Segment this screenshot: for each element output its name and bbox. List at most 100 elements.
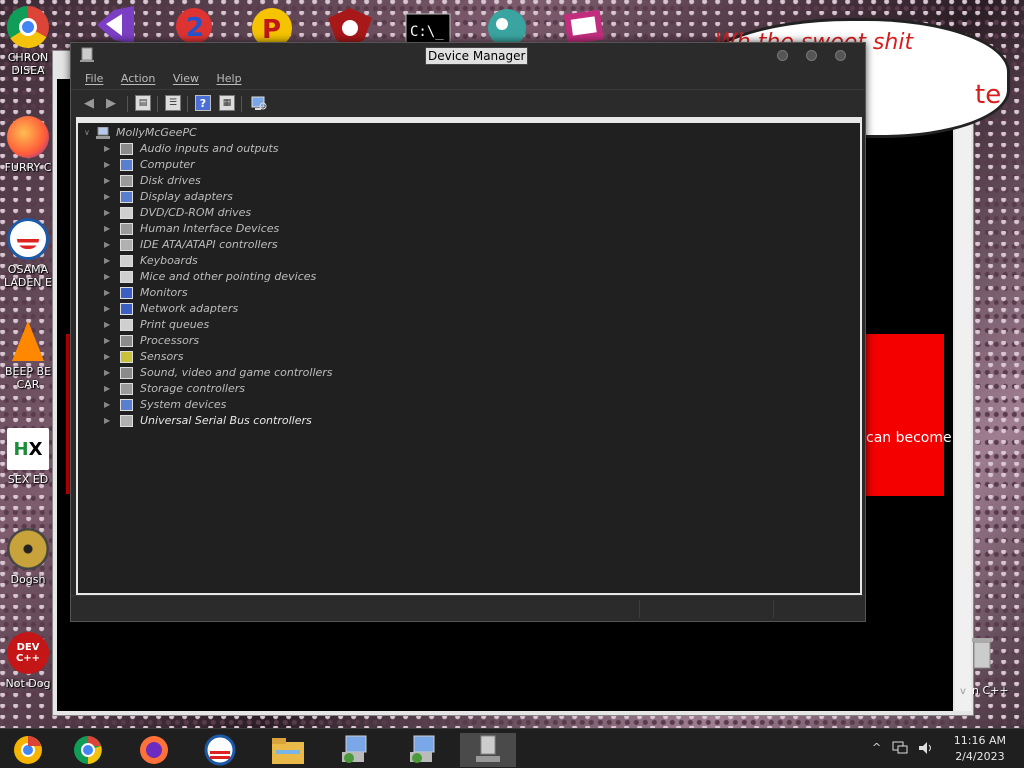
taskbar-installer[interactable] — [326, 733, 382, 767]
tree-item[interactable]: ▶ Universal Serial Bus controllers — [84, 413, 312, 429]
taskbar-obama[interactable] — [192, 733, 248, 767]
taskbar-file-explorer[interactable] — [260, 733, 316, 767]
desktop-icon-dogsh[interactable]: Dogsh — [0, 528, 56, 586]
desktop-icon-beep[interactable]: BEEP BE CAR — [0, 320, 56, 391]
tree-item[interactable]: ▶ DVD/CD-ROM drives — [84, 205, 251, 221]
tree-item[interactable]: ▶ Processors — [84, 333, 199, 349]
sensor-icon — [120, 351, 133, 363]
chevron-right-icon[interactable]: ▶ — [104, 205, 114, 221]
tree-item[interactable]: ▶ Audio inputs and outputs — [84, 141, 279, 157]
tree-item-label: IDE ATA/ATAPI controllers — [140, 238, 278, 251]
cmd-icon[interactable]: C:\_ — [404, 4, 454, 47]
menu-view[interactable]: View — [173, 69, 199, 89]
chevron-right-icon[interactable]: ▶ — [104, 237, 114, 253]
device-manager-window[interactable]: Device Manager File Action View Help ◀ ▶… — [70, 42, 866, 622]
window-title: Device Manager — [425, 47, 529, 65]
status-bar — [71, 595, 865, 621]
tree-item[interactable]: ▶ Sensors — [84, 349, 183, 365]
tree-item[interactable]: ▶ Network adapters — [84, 301, 238, 317]
desktop-icon-osama[interactable]: OSAMA LADEN E — [0, 218, 56, 289]
volume-icon[interactable] — [918, 741, 934, 758]
chevron-right-icon[interactable]: ▶ — [104, 333, 114, 349]
chevron-right-icon[interactable]: ▶ — [104, 301, 114, 317]
scrollbar[interactable]: ^ v — [955, 79, 971, 711]
chevron-right-icon[interactable]: ▶ — [104, 397, 114, 413]
chevron-right-icon[interactable]: ▶ — [104, 173, 114, 189]
chevron-right-icon[interactable]: ▶ — [104, 221, 114, 237]
sound-icon — [120, 367, 133, 379]
chevron-right-icon[interactable]: ▶ — [104, 285, 114, 301]
blue-2-icon[interactable]: 2 — [172, 4, 222, 46]
chevron-right-icon[interactable]: ▶ — [104, 157, 114, 173]
view-icon[interactable]: ▦ — [219, 95, 235, 111]
tree-item[interactable]: ▶ Keyboards — [84, 253, 198, 269]
tree-item[interactable]: ▶ System devices — [84, 397, 226, 413]
desktop-icon-notdog[interactable]: DEV C++ Not Dog — [0, 632, 56, 690]
tree-item[interactable]: ▶ Print queues — [84, 317, 209, 333]
hx-icon: HX — [7, 428, 49, 470]
title-bar[interactable]: Device Manager — [71, 43, 865, 69]
maximize-button[interactable] — [806, 50, 817, 61]
clock-date: 2/4/2023 — [955, 750, 1005, 763]
toolbar-separator — [187, 96, 188, 112]
help-icon[interactable]: ? — [195, 95, 211, 111]
forward-arrow-icon[interactable]: ▶ — [103, 95, 119, 111]
recycle-bin-icon[interactable] — [970, 634, 994, 670]
chevron-right-icon[interactable]: ▶ — [104, 189, 114, 205]
show-hide-console-tree-icon[interactable]: ▤ — [135, 95, 151, 111]
desktop-icon-sexed[interactable]: HX SEX ED — [0, 428, 56, 486]
desktop-icon-chron[interactable]: CHRON DISEA — [0, 6, 56, 77]
taskbar-chrome[interactable] — [60, 733, 116, 767]
globe-icon[interactable] — [482, 4, 532, 47]
computer-root-icon — [96, 126, 110, 139]
tree-item[interactable]: ▶ Human Interface Devices — [84, 221, 279, 237]
chevron-right-icon[interactable]: ▶ — [104, 349, 114, 365]
chevron-right-icon[interactable]: ▶ — [104, 253, 114, 269]
taskbar-installer-2[interactable] — [394, 733, 450, 767]
p-icon[interactable]: P — [248, 4, 298, 48]
network-icon[interactable] — [892, 741, 908, 758]
taskbar-device-manager[interactable] — [460, 733, 516, 767]
chevron-right-icon[interactable]: ▶ — [104, 365, 114, 381]
red-emblem-icon[interactable] — [326, 4, 376, 46]
disk-drive-icon — [120, 175, 133, 187]
show-hidden-icons-button[interactable]: ^ — [872, 741, 881, 754]
tree-item[interactable]: ▶ Sound, video and game controllers — [84, 365, 333, 381]
chevron-right-icon[interactable]: ▶ — [104, 413, 114, 429]
clock-time: 11:16 AM — [953, 734, 1006, 747]
system-clock[interactable]: 11:16 AM 2/4/2023 — [954, 733, 1006, 765]
chevron-down-icon[interactable]: ∨ — [84, 125, 94, 141]
tree-item-label: Audio inputs and outputs — [140, 142, 279, 155]
tree-root[interactable]: ∨ MollyMcGeePC — [84, 125, 197, 141]
desktop-icon-furry[interactable]: FURRY C — [0, 116, 56, 174]
tree-item[interactable]: ▶ Computer — [84, 157, 195, 173]
scan-hardware-icon[interactable] — [251, 95, 267, 111]
menu-file[interactable]: File — [85, 69, 103, 89]
minimize-button[interactable] — [777, 50, 788, 61]
close-button[interactable] — [835, 50, 846, 61]
tree-item[interactable]: ▶ Storage controllers — [84, 381, 245, 397]
properties-icon[interactable]: ☰ — [165, 95, 181, 111]
tree-item[interactable]: ▶ Monitors — [84, 285, 188, 301]
media-icon[interactable] — [560, 4, 610, 46]
installer-icon — [342, 735, 367, 763]
chevron-right-icon[interactable]: ▶ — [104, 269, 114, 285]
chevron-right-icon[interactable]: ▶ — [104, 317, 114, 333]
device-tree[interactable]: ∨ MollyMcGeePC ▶ Audio inputs and outputs… — [76, 117, 862, 595]
taskbar-chrome-canary[interactable] — [0, 733, 56, 767]
tree-item-label: Disk drives — [140, 174, 201, 187]
visual-studio-icon[interactable] — [92, 4, 142, 46]
tree-item[interactable]: ▶ Disk drives — [84, 173, 201, 189]
toolbar-separator — [127, 96, 128, 112]
taskbar-firefox[interactable] — [126, 733, 182, 767]
system-devices-icon — [120, 399, 133, 411]
tree-item[interactable]: ▶ IDE ATA/ATAPI controllers — [84, 237, 278, 253]
chevron-right-icon[interactable]: ▶ — [104, 141, 114, 157]
back-arrow-icon[interactable]: ◀ — [81, 95, 97, 111]
chevron-right-icon[interactable]: ▶ — [104, 381, 114, 397]
tree-item[interactable]: ▶ Mice and other pointing devices — [84, 269, 316, 285]
menu-help[interactable]: Help — [216, 69, 241, 89]
network-adapter-icon — [120, 303, 133, 315]
menu-action[interactable]: Action — [121, 69, 155, 89]
tree-item[interactable]: ▶ Display adapters — [84, 189, 233, 205]
